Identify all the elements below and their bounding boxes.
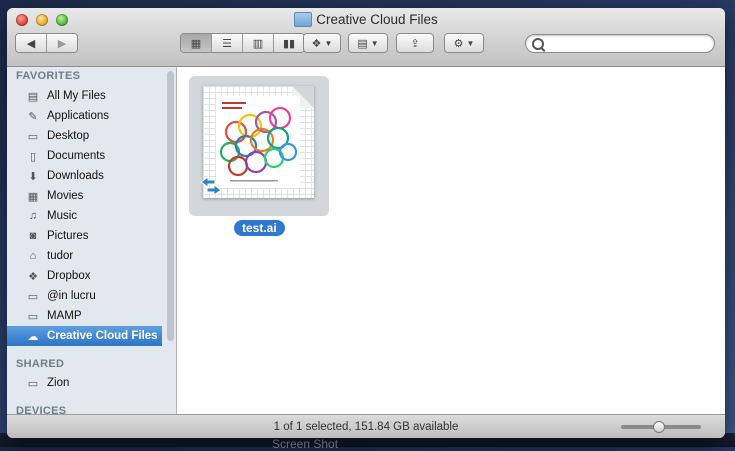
file-item[interactable] bbox=[189, 76, 329, 216]
coverflow-view-icon: ▮▮ bbox=[282, 37, 296, 50]
folder-icon: ▭ bbox=[27, 310, 39, 323]
server-icon: ▭ bbox=[27, 377, 39, 390]
sidebar-item-label: Documents bbox=[47, 150, 106, 162]
window-title: Creative Cloud Files bbox=[7, 12, 725, 27]
sidebar-item-label: MAMP bbox=[47, 310, 82, 322]
status-bar: 1 of 1 selected, 151.84 GB available bbox=[7, 414, 725, 438]
music-icon: ♫ bbox=[28, 210, 38, 222]
list-view-icon: ☰ bbox=[222, 37, 232, 50]
chevron-left-icon: ◀ bbox=[26, 37, 36, 50]
finder-window: Creative Cloud Files ◀ ▶ ▦ ☰ ▥ ▮▮ ❖ ▼ ▤ ▼ … bbox=[7, 8, 725, 438]
arrange-icon: ▤ bbox=[357, 37, 368, 50]
sidebar-item-desktop[interactable]: ▭ Desktop bbox=[7, 126, 162, 146]
column-view-button[interactable]: ▥ bbox=[243, 34, 274, 52]
sidebar-item-label: Zion bbox=[47, 377, 70, 389]
movies-icon: ▦ bbox=[27, 190, 39, 203]
desktop-file-label[interactable]: Screen Shot bbox=[272, 437, 338, 451]
dropbox-icon: ❖ bbox=[311, 37, 322, 50]
nav-buttons: ◀ ▶ bbox=[15, 33, 78, 53]
icon-size-slider[interactable] bbox=[621, 421, 701, 433]
sidebar-header-shared: SHARED bbox=[16, 358, 65, 370]
sidebar-item-documents[interactable]: ▯ Documents bbox=[7, 146, 162, 166]
forward-button[interactable]: ▶ bbox=[47, 34, 77, 52]
applications-icon: ✎ bbox=[28, 110, 38, 123]
search-field[interactable] bbox=[525, 34, 715, 53]
sidebar-header-favorites: FAVORITES bbox=[16, 70, 81, 82]
sidebar-item-label: Downloads bbox=[47, 170, 104, 182]
list-view-button[interactable]: ☰ bbox=[212, 34, 243, 52]
folder-icon: ▭ bbox=[27, 290, 39, 303]
documents-icon: ▯ bbox=[29, 150, 37, 163]
all-files-icon: ▤ bbox=[27, 90, 39, 103]
icon-view-button[interactable]: ▦ bbox=[181, 34, 212, 52]
view-switcher: ▦ ☰ ▥ ▮▮ bbox=[180, 33, 305, 53]
status-text: 1 of 1 selected, 151.84 GB available bbox=[273, 420, 459, 433]
pictures-icon: ◙ bbox=[29, 230, 37, 242]
sync-arrow-icon bbox=[200, 176, 222, 196]
artwork-preview bbox=[216, 96, 300, 188]
sidebar-item-label: Creative Cloud Files bbox=[47, 330, 158, 342]
sidebar-item-music[interactable]: ♫ Music bbox=[7, 206, 162, 226]
chevron-right-icon: ▶ bbox=[57, 37, 67, 50]
action-button[interactable]: ⚙ ▼ bbox=[444, 33, 484, 53]
sidebar-item-label: All My Files bbox=[47, 90, 106, 102]
chevron-down-icon: ▼ bbox=[370, 38, 379, 48]
sidebar-item-movies[interactable]: ▦ Movies bbox=[7, 186, 162, 206]
column-view-icon: ▥ bbox=[252, 37, 264, 50]
share-button[interactable]: ⇪ bbox=[396, 33, 434, 53]
sidebar-item-mamp[interactable]: ▭ MAMP bbox=[7, 306, 162, 326]
sidebar-item-label: Pictures bbox=[47, 230, 89, 242]
icon-view-icon: ▦ bbox=[190, 37, 202, 50]
sidebar-scrollbar[interactable] bbox=[167, 71, 174, 341]
sidebar: FAVORITES ▤ All My Files ✎ Applications ▭ D… bbox=[7, 67, 177, 415]
arrange-button[interactable]: ▤ ▼ bbox=[348, 33, 388, 53]
creative-cloud-icon: ☁ bbox=[27, 330, 39, 343]
sidebar-item-zion[interactable]: ▭ Zion bbox=[7, 373, 162, 393]
search-icon bbox=[532, 38, 544, 50]
window-title-text: Creative Cloud Files bbox=[316, 12, 438, 27]
folder-icon bbox=[294, 12, 313, 27]
dropbox-icon: ❖ bbox=[28, 270, 38, 283]
file-name-label[interactable]: test.ai bbox=[234, 220, 285, 236]
desktop-icon: ▭ bbox=[27, 130, 39, 143]
back-button[interactable]: ◀ bbox=[16, 34, 47, 52]
toolbar: Creative Cloud Files ◀ ▶ ▦ ☰ ▥ ▮▮ ❖ ▼ ▤ ▼ … bbox=[7, 8, 725, 67]
sidebar-item-tudor[interactable]: ⌂ tudor bbox=[7, 246, 162, 266]
icon-size-slider-knob[interactable] bbox=[652, 421, 665, 433]
sidebar-item-downloads[interactable]: ⬇ Downloads bbox=[7, 166, 162, 186]
sidebar-item-dropbox[interactable]: ❖ Dropbox bbox=[7, 266, 162, 286]
sidebar-item-creative-cloud-files[interactable]: ☁ Creative Cloud Files bbox=[7, 326, 162, 346]
sidebar-item-label: Dropbox bbox=[47, 270, 91, 282]
sidebar-item-pictures[interactable]: ◙ Pictures bbox=[7, 226, 162, 246]
chevron-down-icon: ▼ bbox=[324, 38, 333, 48]
sidebar-item-all-my-files[interactable]: ▤ All My Files bbox=[7, 86, 162, 106]
sidebar-item-applications[interactable]: ✎ Applications bbox=[7, 106, 162, 126]
sidebar-item-label: tudor bbox=[47, 250, 74, 262]
file-area: test.ai bbox=[177, 67, 725, 415]
sidebar-item-label: Music bbox=[47, 210, 78, 222]
chevron-down-icon: ▼ bbox=[466, 38, 475, 48]
sidebar-item-label: @in lucru bbox=[47, 290, 96, 302]
gear-icon: ⚙ bbox=[453, 37, 464, 50]
sidebar-item-in-lucru[interactable]: ▭ @in lucru bbox=[7, 286, 162, 306]
home-icon: ⌂ bbox=[29, 250, 37, 262]
sidebar-item-label: Applications bbox=[47, 110, 110, 122]
share-icon: ⇪ bbox=[410, 37, 420, 50]
downloads-icon: ⬇ bbox=[28, 170, 38, 183]
search-input[interactable] bbox=[548, 36, 712, 53]
sidebar-item-label: Desktop bbox=[47, 130, 90, 142]
sidebar-item-label: Movies bbox=[47, 190, 84, 202]
coverflow-view-button[interactable]: ▮▮ bbox=[274, 34, 304, 52]
dropbox-menu-button[interactable]: ❖ ▼ bbox=[303, 33, 341, 53]
